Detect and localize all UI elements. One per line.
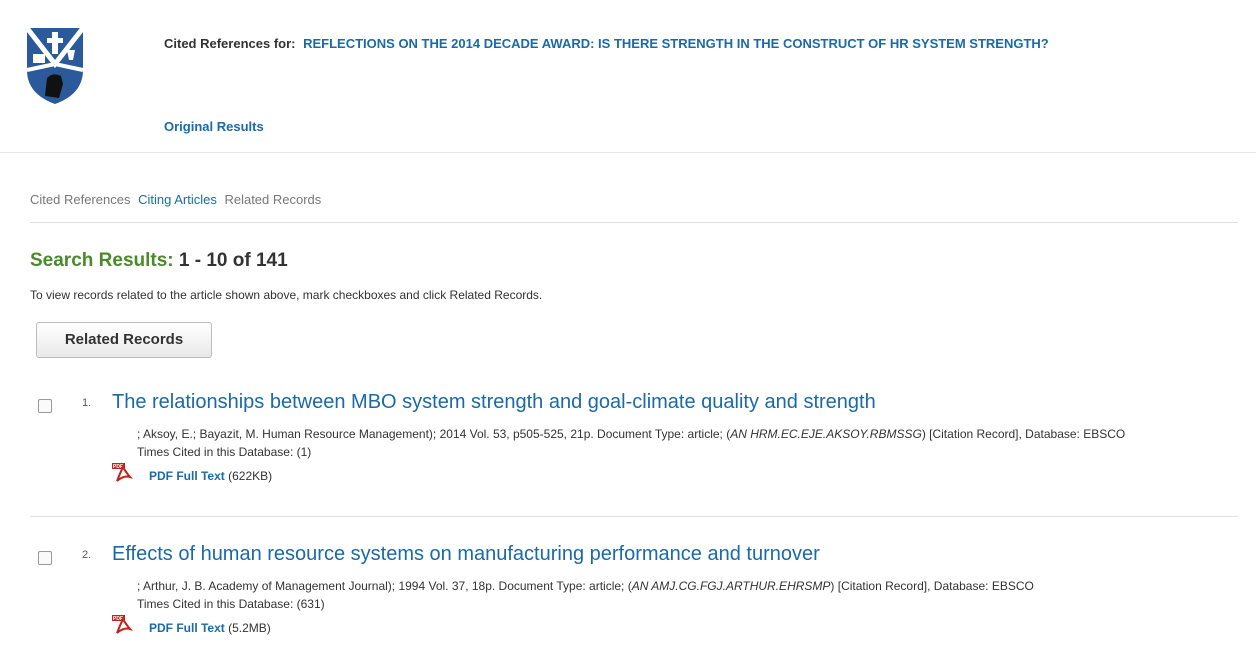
pdf-icon[interactable]: PDF [112,463,134,483]
pdf-size: (622KB) [228,469,273,483]
university-shield-logo-icon[interactable] [23,24,87,106]
record-tabs: Cited References Citing Articles Related… [30,192,325,207]
pdf-full-text-link[interactable]: PDF Full Text (5.2MB) [149,621,271,635]
meta-text: ; Arthur, J. B. Academy of Management Jo… [137,579,632,593]
result-divider [30,516,1238,517]
tab-cited-references: Cited References [30,192,131,207]
meta-text: ; Aksoy, E.; Bayazit, M. Human Resource … [137,427,731,441]
results-label: Search Results: [30,250,174,271]
original-results-link[interactable]: Original Results [164,119,264,134]
related-records-button[interactable]: Related Records [36,322,212,358]
cited-references-for: Cited References for: REFLECTIONS ON THE… [164,36,1049,51]
cited-prefix: Cited References for: [164,36,296,51]
result-title-link[interactable]: Effects of human resource systems on man… [112,543,820,566]
accession-number: AN HRM.EC.EJE.AKSOY.RBMSSG [730,427,922,441]
pdf-full-text-link[interactable]: PDF Full Text (622KB) [149,469,272,483]
results-range: 1 - 10 of 141 [178,250,288,271]
pdf-size: (5.2MB) [228,621,271,635]
results-instruction: To view records related to the article s… [30,288,543,302]
times-cited: Times Cited in this Database: (631) [137,597,325,611]
result-title-link[interactable]: The relationships between MBO system str… [112,391,876,414]
page-header: Cited References for: REFLECTIONS ON THE… [0,0,1256,153]
article-title-link[interactable]: REFLECTIONS ON THE 2014 DECADE AWARD: IS… [303,36,1049,51]
pdf-label[interactable]: PDF Full Text [149,469,225,483]
result-checkbox[interactable] [38,399,52,413]
tab-citing-articles[interactable]: Citing Articles [138,192,217,207]
pdf-label[interactable]: PDF Full Text [149,621,225,635]
result-metadata: ; Aksoy, E.; Bayazit, M. Human Resource … [137,427,1247,441]
divider [30,222,1238,223]
result-number: 2. [82,549,92,561]
meta-text-tail: ) [Citation Record], Database: EBSCO [921,427,1126,441]
accession-number: AN AMJ.CG.FGJ.ARTHUR.EHRSMP [631,579,831,593]
result-metadata: ; Arthur, J. B. Academy of Management Jo… [137,579,1247,593]
meta-text-tail: ) [Citation Record], Database: EBSCO [830,579,1034,593]
search-results-heading: Search Results: 1 - 10 of 141 [30,250,288,272]
result-checkbox[interactable] [38,551,52,565]
pdf-icon[interactable]: PDF [112,615,134,635]
tab-related-records: Related Records [224,192,322,207]
result-number: 1. [82,397,92,409]
times-cited: Times Cited in this Database: (1) [137,445,312,459]
